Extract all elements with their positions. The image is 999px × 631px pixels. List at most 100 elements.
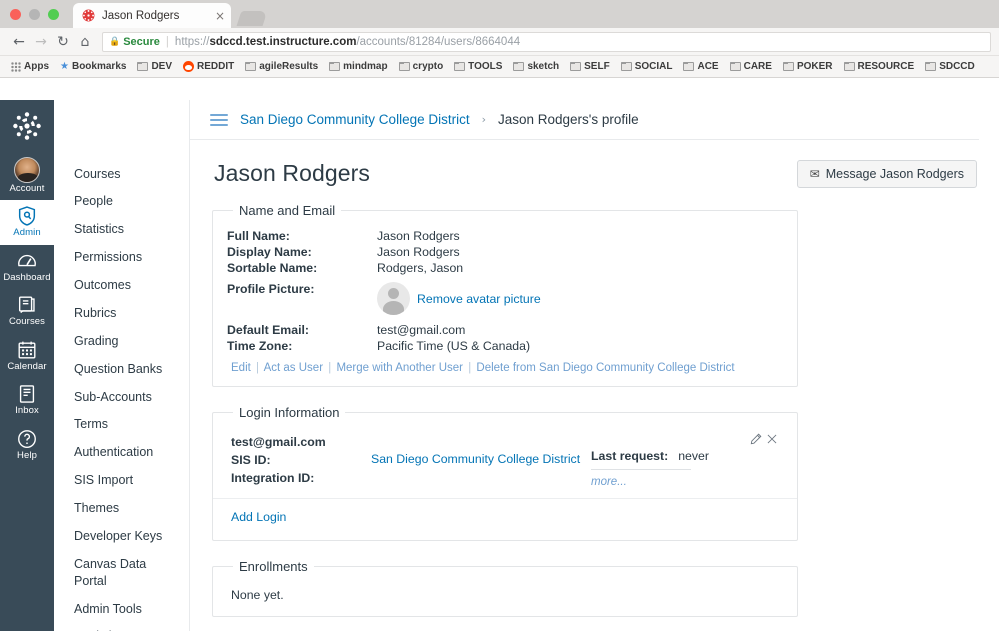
message-user-button[interactable]: ✉ Message Jason Rodgers xyxy=(796,160,977,188)
nav-item-outcomes[interactable]: Outcomes xyxy=(54,272,189,300)
sidebar-item-inbox[interactable]: Inbox xyxy=(0,378,54,422)
nav-item-admin-tools[interactable]: Admin Tools xyxy=(54,595,189,623)
login-information-legend: Login Information xyxy=(239,405,340,420)
close-window-button[interactable] xyxy=(10,9,21,20)
folder-icon xyxy=(513,62,525,71)
canvas-logo-icon[interactable] xyxy=(7,106,47,146)
bookmark-label: mindmap xyxy=(343,61,388,72)
reddit-icon xyxy=(183,61,194,72)
enrollments-empty: None yet. xyxy=(231,588,284,602)
last-request-label: Last request: xyxy=(591,449,669,463)
bookmark-sketch[interactable]: sketch xyxy=(509,60,563,73)
sidebar-item-label: Help xyxy=(17,449,37,461)
bookmark-label: RESOURCE xyxy=(857,61,915,72)
back-button[interactable]: ← xyxy=(8,31,30,53)
reload-button[interactable]: ↻ xyxy=(52,31,74,53)
edit-user-link[interactable]: Edit xyxy=(231,362,251,374)
nav-item-people[interactable]: People xyxy=(54,188,189,216)
sis-id-label: SIS ID: xyxy=(231,452,271,467)
browser-tab-title: Jason Rodgers xyxy=(102,9,180,22)
nav-item-statistics[interactable]: Statistics xyxy=(54,216,189,244)
sidebar-item-label: Calendar xyxy=(7,360,47,372)
bookmark-label: SELF xyxy=(584,61,610,72)
url-scheme: https:// xyxy=(174,35,210,48)
sidebar-item-label: Dashboard xyxy=(3,271,51,283)
sidebar-item-help[interactable]: Help xyxy=(0,423,54,467)
hamburger-icon[interactable] xyxy=(210,113,228,126)
close-tab-button[interactable]: × xyxy=(215,10,225,22)
bookmark-mindmap[interactable]: mindmap xyxy=(325,60,391,73)
bookmark-care[interactable]: CARE xyxy=(726,60,776,73)
folder-icon xyxy=(925,62,937,71)
sidebar-item-label: Admin xyxy=(13,227,41,239)
nav-item-courses[interactable]: Courses xyxy=(54,160,189,188)
bookmark-crypto[interactable]: crypto xyxy=(395,60,448,73)
act-as-user-link[interactable]: Act as User xyxy=(264,362,323,374)
sidebar-item-label: Courses xyxy=(8,316,46,328)
close-x-icon[interactable] xyxy=(765,432,779,451)
bookmark-dev[interactable]: DEV xyxy=(133,60,176,73)
new-tab-button[interactable] xyxy=(236,11,268,26)
enrollments-section: Enrollments None yet. xyxy=(212,559,798,617)
add-login-link[interactable]: Add Login xyxy=(231,510,286,524)
login-account-link[interactable]: San Diego Community College District xyxy=(371,452,580,466)
bookmark-self[interactable]: SELF xyxy=(566,60,614,73)
name-and-email-table: Full Name: Jason Rodgers Display Name: J… xyxy=(227,228,541,354)
breadcrumb-account-link[interactable]: San Diego Community College District xyxy=(240,112,470,127)
folder-icon xyxy=(843,62,855,71)
sidebar-item-calendar[interactable]: Calendar xyxy=(0,334,54,378)
omnibox-divider: | xyxy=(165,35,169,48)
nav-item-developer-keys[interactable]: Developer Keys xyxy=(54,522,189,550)
breadcrumb-current: Jason Rodgers's profile xyxy=(498,112,639,127)
bookmark-bookmarks[interactable]: ★ Bookmarks xyxy=(56,60,130,73)
nav-item-rubrics[interactable]: Rubrics xyxy=(54,299,189,327)
nav-item-canvas-data-portal[interactable]: Canvas Data Portal xyxy=(54,550,189,595)
bookmark-sdccd[interactable]: SDCCD xyxy=(921,60,979,73)
bookmark-label: crypto xyxy=(412,61,444,72)
bookmark-label: TOOLS xyxy=(468,61,503,72)
nav-item-question-banks[interactable]: Question Banks xyxy=(54,355,189,383)
bookmark-ace[interactable]: ACE xyxy=(679,60,722,73)
bookmark-agileresults[interactable]: agileResults xyxy=(241,60,322,73)
sidebar-item-courses[interactable]: Courses xyxy=(0,289,54,333)
nav-item-grading[interactable]: Grading xyxy=(54,327,189,355)
bookmark-resource[interactable]: RESOURCE xyxy=(840,60,919,73)
maximize-window-button[interactable] xyxy=(48,9,59,20)
home-button[interactable]: ⌂ xyxy=(74,31,96,53)
nav-item-sis-import[interactable]: SIS Import xyxy=(54,467,189,495)
nav-item-authentication[interactable]: Authentication xyxy=(54,439,189,467)
nav-item-terms[interactable]: Terms xyxy=(54,411,189,439)
login-more-link[interactable]: more... xyxy=(591,476,627,488)
sidebar-item-account[interactable]: Account xyxy=(0,152,54,200)
action-separator: | xyxy=(468,362,472,374)
remove-avatar-link[interactable]: Remove avatar picture xyxy=(417,292,541,306)
pencil-icon[interactable] xyxy=(749,432,763,451)
bookmark-poker[interactable]: POKER xyxy=(779,60,837,73)
folder-icon xyxy=(729,62,741,71)
canvas-logo-icon xyxy=(82,9,95,22)
delete-user-link[interactable]: Delete from San Diego Community College … xyxy=(476,362,734,374)
forward-button[interactable]: → xyxy=(30,31,52,53)
folder-icon xyxy=(683,62,695,71)
address-bar[interactable]: 🔒 Secure | https://sdccd.test.instructur… xyxy=(102,31,991,52)
login-email: test@gmail.com xyxy=(231,435,326,449)
sidebar-item-dashboard[interactable]: Dashboard xyxy=(0,245,54,289)
merge-user-link[interactable]: Merge with Another User xyxy=(336,362,463,374)
nav-item-sub-accounts[interactable]: Sub-Accounts xyxy=(54,383,189,411)
bookmark-label: REDDIT xyxy=(197,61,235,72)
bookmark-label: agileResults xyxy=(259,61,319,72)
nav-item-analytics[interactable]: Analytics xyxy=(54,623,189,631)
nav-item-permissions[interactable]: Permissions xyxy=(54,244,189,272)
url-host: sdccd.test.instructure.com xyxy=(209,35,357,48)
bookmark-reddit[interactable]: REDDIT xyxy=(179,60,238,73)
bookmark-apps[interactable]: Apps xyxy=(7,60,53,73)
avatar xyxy=(377,282,410,315)
main-content: San Diego Community College District › J… xyxy=(190,100,999,631)
sidebar-item-admin[interactable]: Admin xyxy=(0,200,54,245)
bookmark-tools[interactable]: TOOLS xyxy=(450,60,506,73)
bookmark-label: DEV xyxy=(151,61,172,72)
nav-item-themes[interactable]: Themes xyxy=(54,495,189,523)
bookmark-social[interactable]: SOCIAL xyxy=(617,60,677,73)
minimize-window-button[interactable] xyxy=(29,9,40,20)
browser-tab-active[interactable]: Jason Rodgers × xyxy=(73,3,231,28)
